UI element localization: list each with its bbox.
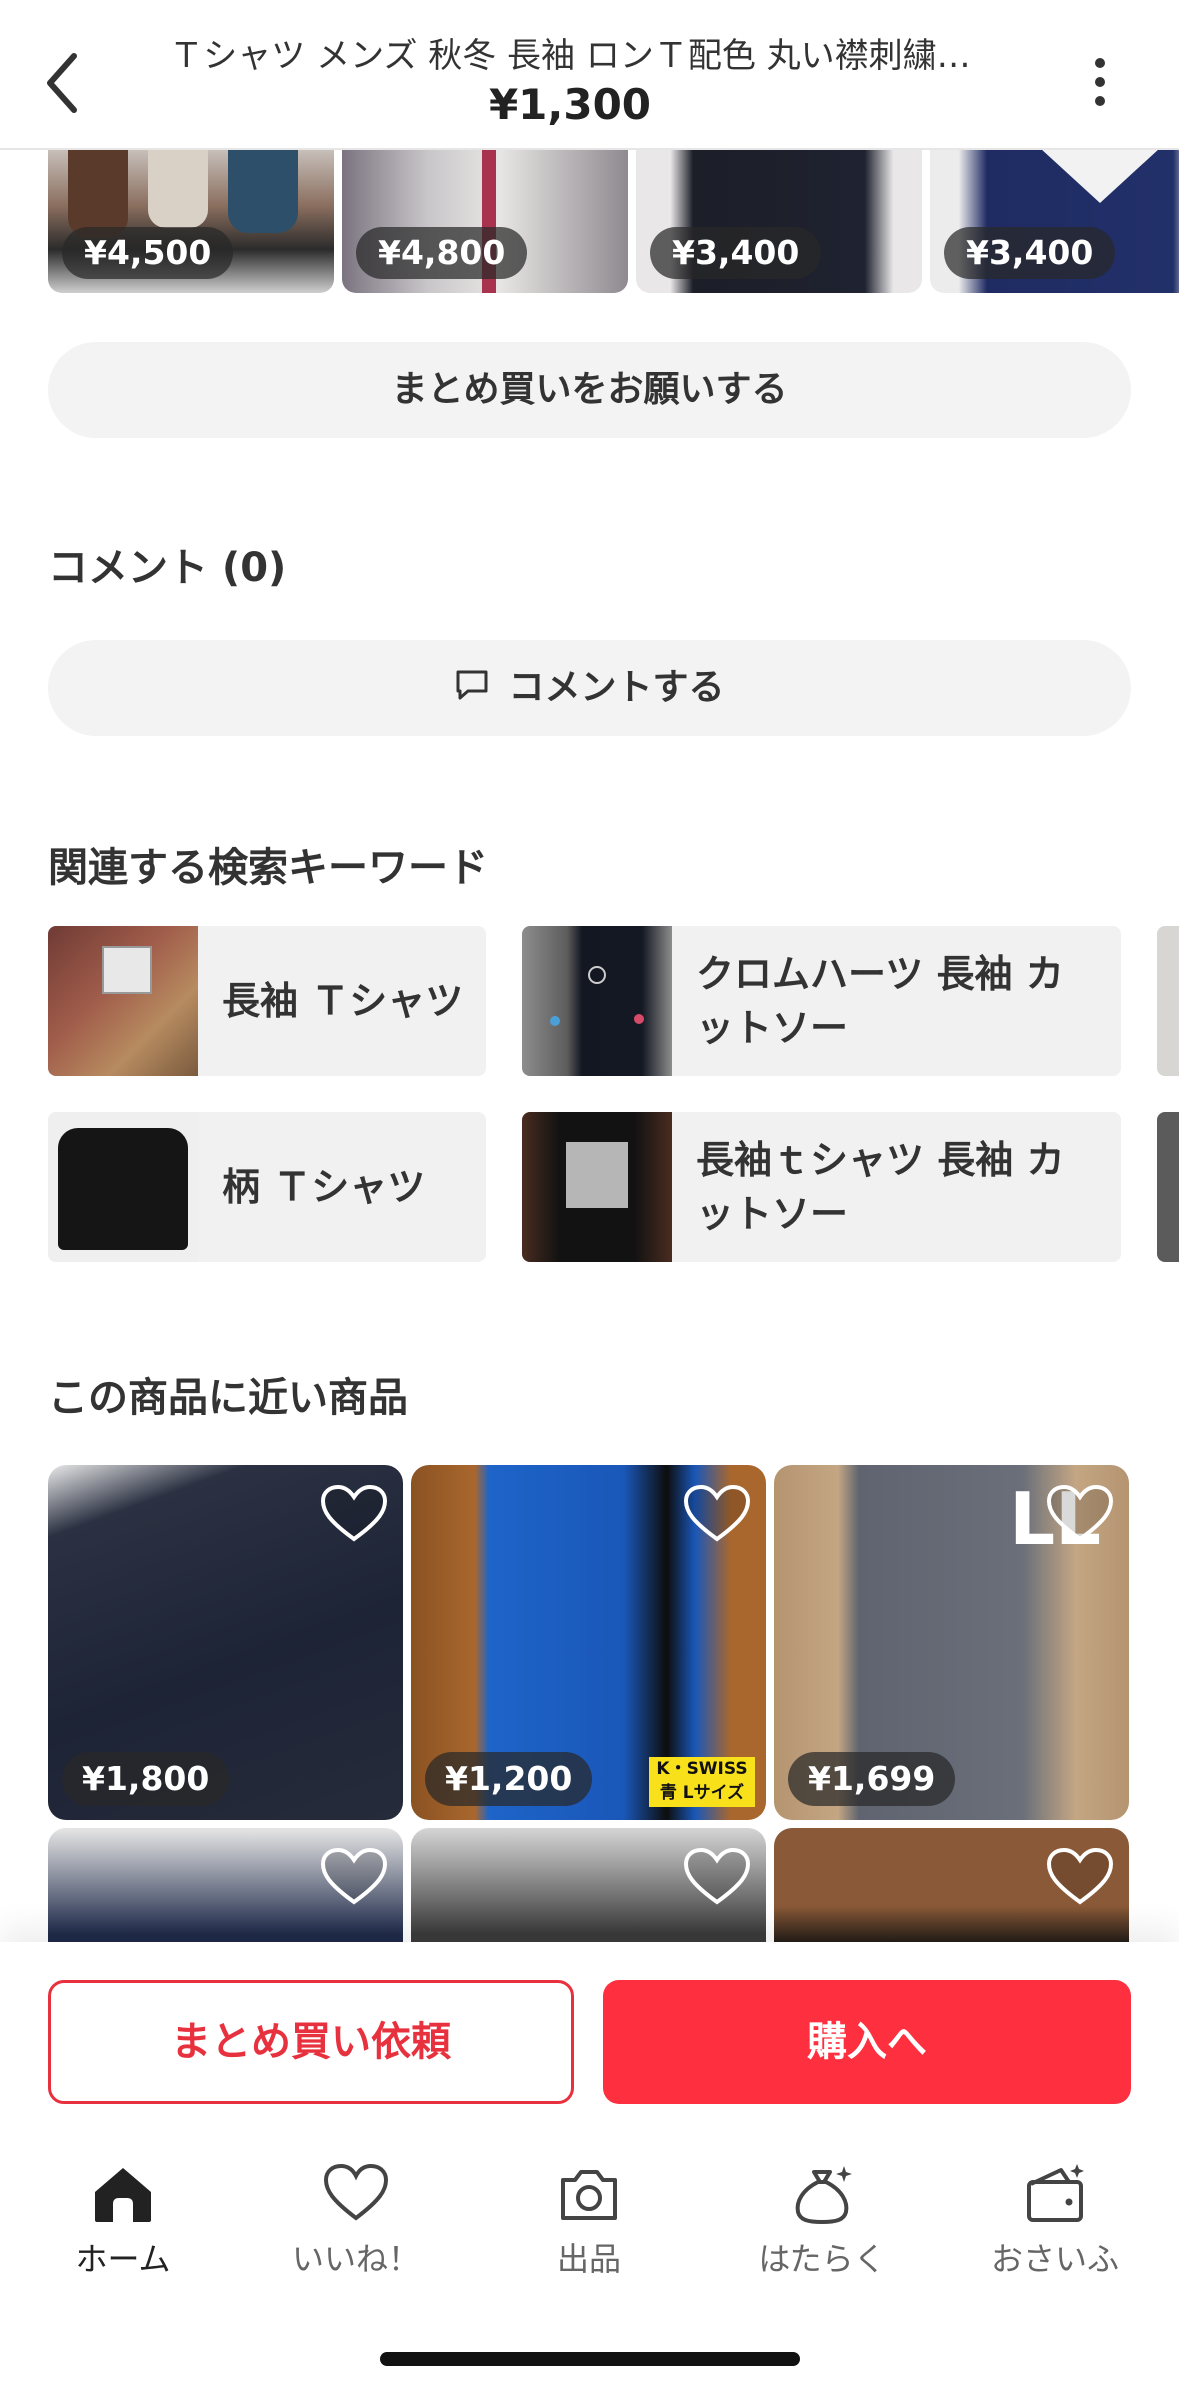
seller-item-thumbnail[interactable]: ¥4,500	[48, 148, 334, 293]
similar-item-card[interactable]: LL ¥1,699	[774, 1465, 1129, 1820]
tab-work-label: はたらく	[758, 2240, 886, 2278]
item-price-label: ¥1,200	[425, 1752, 593, 1806]
home-indicator	[380, 2352, 800, 2366]
item-price-label: ¥1,800	[62, 1752, 230, 1806]
back-arrow-icon[interactable]	[40, 50, 84, 116]
speech-bubble-icon	[456, 670, 488, 700]
item-price-label: ¥3,400	[650, 227, 822, 279]
comment-button-label: コメントする	[508, 667, 725, 708]
bundle-request-button[interactable]: まとめ買いをお願いする	[48, 342, 1131, 438]
wallet-icon	[1027, 2164, 1084, 2222]
buy-button[interactable]: 購入へ	[603, 1980, 1131, 2104]
keyword-thumbnail	[522, 1112, 672, 1262]
keyword-chip-partial[interactable]	[1157, 1112, 1179, 1262]
tab-wallet-label: おさいふ	[990, 2240, 1119, 2278]
camera-icon	[561, 2170, 617, 2220]
keyword-chip[interactable]: クロムハーツ 長袖 カットソー	[522, 926, 1121, 1076]
heart-icon[interactable]	[682, 1846, 752, 1908]
keyword-chip[interactable]: 長袖 Ｔシャツ	[48, 926, 486, 1076]
similar-item-card[interactable]: K・SWISS 青 Lサイズ ¥1,200	[411, 1465, 766, 1820]
seller-items-strip: ¥4,500 ¥4,800 ¥3,400 ¥3,400	[48, 148, 1179, 293]
keyword-label: 長袖ｔシャツ 長袖 カットソー	[696, 1138, 1065, 1236]
heart-icon[interactable]	[319, 1846, 389, 1908]
tab-likes-label: いいね！	[291, 2240, 420, 2278]
bundle-purchase-request-button[interactable]: まとめ買い依頼	[48, 1980, 574, 2104]
product-title: Ｔシャツ メンズ 秋冬 長袖 ロンＴ配色 丸い襟刺繍…	[169, 36, 971, 76]
home-icon	[95, 2168, 151, 2222]
top-navigation-bar: Ｔシャツ メンズ 秋冬 長袖 ロンＴ配色 丸い襟刺繍… ¥1,300	[0, 0, 1179, 150]
tab-work[interactable]: はたらく	[704, 2162, 940, 2280]
keyword-thumbnail	[1157, 1112, 1179, 1262]
keyword-label: 長袖 Ｔシャツ	[222, 979, 464, 1023]
comment-button[interactable]: コメントする	[48, 640, 1131, 736]
tab-home[interactable]: ホーム	[5, 2162, 241, 2280]
item-price-label: ¥3,400	[944, 227, 1116, 279]
keyword-label: 柄 Ｔシャツ	[222, 1165, 426, 1209]
tab-home-label: ホーム	[75, 2240, 171, 2278]
seller-item-thumbnail[interactable]: ¥4,800	[342, 148, 628, 293]
purchase-action-bar: まとめ買い依頼 購入へ	[0, 1942, 1179, 2142]
tab-sell-label: 出品	[556, 2240, 621, 2278]
item-tag-line: K・SWISS	[656, 1759, 748, 1779]
keyword-chip[interactable]: 柄 Ｔシャツ	[48, 1112, 486, 1262]
item-price-label: ¥1,699	[788, 1752, 956, 1806]
similar-items-heading: この商品に近い商品	[48, 1375, 408, 1421]
keyword-thumbnail	[48, 926, 198, 1076]
money-bag-icon	[795, 2166, 852, 2224]
keyword-thumbnail	[522, 926, 672, 1076]
item-price-label: ¥4,500	[62, 227, 234, 279]
heart-icon[interactable]	[319, 1483, 389, 1545]
keyword-chip-partial[interactable]	[1157, 926, 1179, 1076]
tab-wallet[interactable]: おさいふ	[937, 2162, 1173, 2280]
item-tag: K・SWISS 青 Lサイズ	[649, 1757, 755, 1807]
seller-item-thumbnail[interactable]: ¥3,400	[636, 148, 922, 293]
keyword-thumbnail	[48, 1112, 198, 1262]
tab-likes[interactable]: いいね！	[238, 2162, 474, 2280]
heart-icon	[323, 2163, 389, 2221]
similar-item-card[interactable]: ¥1,800	[48, 1465, 403, 1820]
related-keywords-heading: 関連する検索キーワード	[48, 845, 488, 891]
seller-item-thumbnail[interactable]: ¥3,400	[930, 148, 1179, 293]
more-options-icon[interactable]	[1090, 58, 1110, 110]
heart-icon[interactable]	[1045, 1846, 1115, 1908]
heart-icon[interactable]	[682, 1483, 752, 1545]
comments-heading: コメント (0)	[48, 545, 287, 591]
keyword-chip[interactable]: 長袖ｔシャツ 長袖 カットソー	[522, 1112, 1121, 1262]
heart-icon[interactable]	[1045, 1483, 1115, 1545]
keyword-label: クロムハーツ 長袖 カットソー	[696, 952, 1064, 1050]
tab-sell[interactable]: 出品	[471, 2162, 707, 2280]
product-price: ¥1,300	[488, 80, 652, 129]
item-price-label: ¥4,800	[356, 227, 528, 279]
keyword-thumbnail	[1157, 926, 1179, 1076]
item-tag-line: 青 Lサイズ	[659, 1783, 745, 1803]
